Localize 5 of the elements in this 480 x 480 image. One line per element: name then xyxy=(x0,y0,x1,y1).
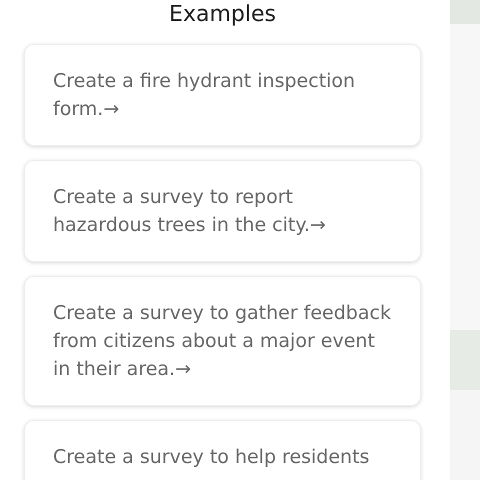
example-card[interactable]: Create a survey to help residents xyxy=(24,420,421,480)
example-card[interactable]: Create a survey to gather feedback from citizens about a major event in their area.→ xyxy=(24,276,421,406)
example-card[interactable]: Create a survey to report hazardous trees in the city.→ xyxy=(24,160,421,262)
example-card[interactable]: Create a fire hydrant inspection form.→ xyxy=(24,44,421,146)
section-heading: Examples xyxy=(168,1,277,29)
